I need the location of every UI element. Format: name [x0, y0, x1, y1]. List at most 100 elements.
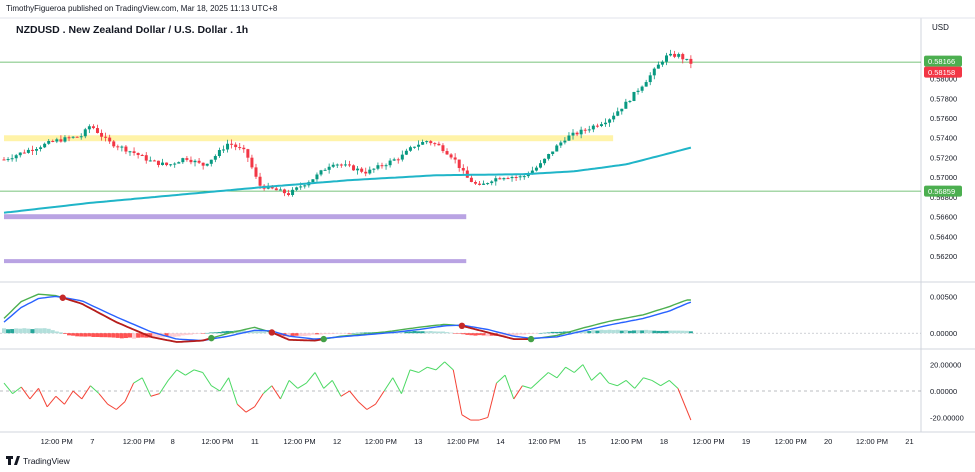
price-tick-label: 0.57600: [930, 114, 957, 123]
oscillator-segment: [565, 366, 575, 373]
macd-histogram-bar: [213, 332, 218, 334]
candle: [502, 177, 506, 181]
macd-histogram-bar: [262, 331, 267, 334]
candle: [95, 124, 99, 134]
price-tick-label: 0.57200: [930, 153, 957, 162]
candle: [534, 165, 538, 172]
macd-histogram-bar: [14, 328, 19, 334]
oscillator-segment: [107, 403, 117, 410]
candle: [347, 160, 351, 168]
candle: [254, 163, 258, 179]
candle: [408, 145, 412, 152]
candle: [2, 156, 6, 161]
candle: [173, 162, 177, 168]
oscillator-segment: [479, 416, 488, 421]
time-tick-label: 7: [90, 437, 94, 446]
macd-histogram-bar: [676, 330, 681, 334]
oscillator-segment: [245, 406, 255, 413]
oscillator-segment: [660, 380, 670, 387]
candle: [396, 157, 400, 164]
time-tick-label: 11: [251, 437, 259, 446]
time-tick-label: 15: [578, 437, 586, 446]
macd-histogram-bar: [595, 330, 600, 334]
oscillator-segment: [236, 403, 247, 413]
macd-histogram-bar: [627, 330, 632, 334]
oscillator-segment: [427, 366, 437, 371]
oscillator-segment: [686, 409, 692, 421]
macd-histogram-bar: [327, 333, 332, 335]
oscillator-segment: [513, 385, 523, 400]
candle: [246, 148, 250, 163]
oscillator-segment: [556, 366, 566, 379]
oscillator-segment: [582, 364, 592, 381]
candle: [140, 153, 144, 157]
oscillator-segment: [133, 377, 143, 384]
macd-histogram-bar: [465, 333, 470, 335]
candle: [644, 79, 648, 87]
oscillator-segment: [435, 361, 445, 371]
macd-histogram-bar: [453, 333, 458, 334]
macd-histogram-bar: [534, 333, 539, 334]
price-badge: 0.56859: [924, 185, 962, 197]
macd-histogram-bar: [79, 333, 84, 337]
macd-histogram-bar: [343, 333, 348, 334]
oscillator-segment: [297, 382, 307, 389]
macd-histogram-bar: [197, 333, 202, 334]
candle: [636, 88, 640, 95]
tradingview-logo-icon: [6, 456, 20, 465]
candle: [624, 98, 628, 109]
candle: [494, 175, 498, 186]
macd-histogram-bar: [644, 329, 649, 334]
oscillator-segment: [591, 372, 601, 381]
macd-histogram-bar: [436, 331, 441, 334]
candle: [209, 159, 213, 167]
oscillator-segment: [262, 385, 273, 395]
candle: [604, 118, 608, 127]
oscillator-segment: [29, 388, 39, 400]
rsi-pane[interactable]: [0, 361, 921, 421]
oscillator-segment: [219, 377, 230, 392]
oscillator-segment: [548, 372, 558, 379]
oscillator-segment: [167, 369, 178, 381]
price-pane[interactable]: [0, 49, 921, 264]
macd-histogram-bar: [310, 333, 315, 335]
macd-histogram-bar: [188, 333, 193, 335]
candle: [282, 188, 286, 197]
oscillator-segment: [288, 380, 299, 389]
macd-histogram-bar: [26, 328, 31, 334]
candle: [518, 174, 522, 181]
oscillator-segment: [211, 385, 221, 392]
tradingview-logo[interactable]: TradingView: [6, 456, 71, 466]
macd-histogram-bar: [127, 333, 132, 338]
candle: [392, 157, 396, 161]
candle: [372, 168, 376, 173]
candle: [35, 147, 39, 155]
macd-histogram-bar: [258, 331, 263, 334]
oscillator-tick-label: 0.00000: [930, 387, 957, 396]
candle: [91, 124, 95, 130]
oscillator-segment: [400, 369, 411, 394]
candle: [22, 149, 26, 154]
oscillator-segment: [643, 377, 653, 381]
macd-histogram-bar: [550, 331, 555, 334]
oscillator-segment: [176, 369, 186, 376]
time-tick-label: 21: [905, 437, 913, 446]
macd-pane[interactable]: [0, 293, 921, 343]
candle: [404, 148, 408, 156]
candle: [457, 159, 461, 172]
candle: [14, 153, 18, 162]
candle: [165, 162, 169, 167]
macd-histogram-bar: [664, 330, 669, 334]
oscillator-segment: [254, 393, 264, 408]
candle: [514, 174, 518, 181]
candle: [453, 153, 457, 164]
macd-histogram-bar: [445, 332, 450, 334]
macd-histogram-bar: [6, 329, 11, 334]
candle: [197, 157, 201, 164]
macd-histogram-bar: [193, 333, 198, 335]
candle: [522, 174, 526, 180]
oscillator-segment: [634, 377, 644, 389]
candle: [343, 160, 347, 167]
macd-histogram-bar: [449, 332, 454, 334]
macd-histogram-bar: [640, 330, 645, 334]
